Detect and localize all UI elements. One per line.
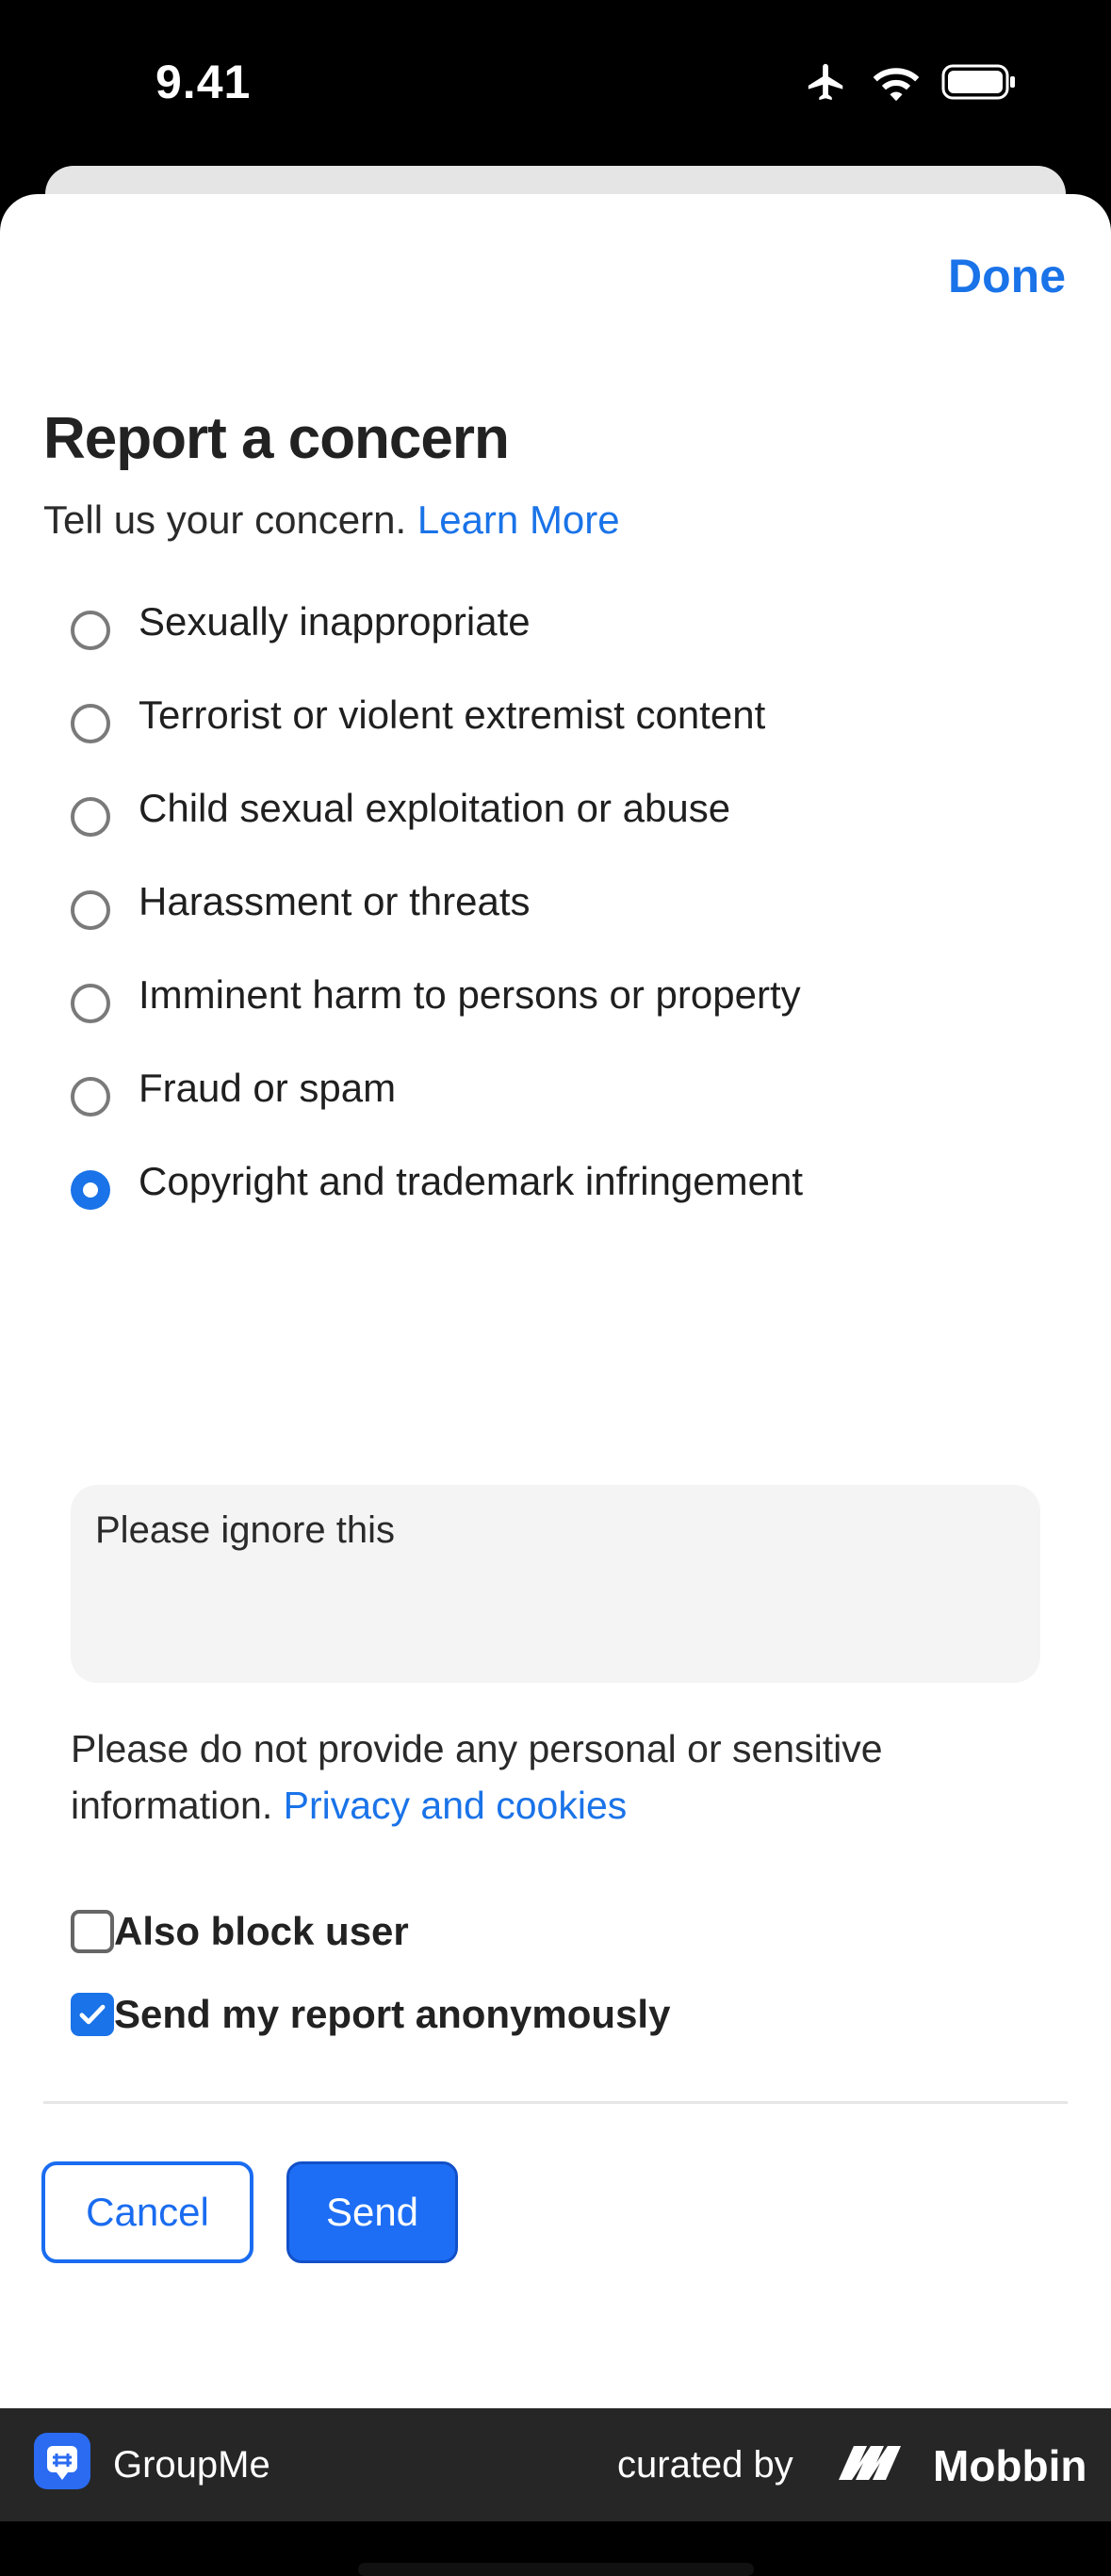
groupme-logo-icon <box>34 2433 90 2489</box>
radio-button[interactable] <box>71 984 110 1023</box>
option-imminent-harm[interactable]: Imminent harm to persons or property <box>71 967 1060 1060</box>
checkbox-label: Send my report anonymously <box>114 1992 671 2036</box>
option-fraud-spam[interactable]: Fraud or spam <box>71 1060 1060 1153</box>
subtitle-text: Tell us your concern. <box>43 497 407 542</box>
option-sexually-inappropriate[interactable]: Sexually inappropriate <box>71 594 1060 687</box>
status-time: 9.41 <box>155 56 252 108</box>
done-button[interactable]: Done <box>948 249 1066 303</box>
radio-button[interactable] <box>71 1077 110 1117</box>
checkbox-label: Also block user <box>114 1909 409 1953</box>
subtitle: Tell us your concern. Learn More <box>43 497 620 543</box>
block-user-row[interactable]: Also block user <box>71 1890 670 1973</box>
option-label: Terrorist or violent extremist content <box>139 693 766 737</box>
privacy-notice: Please do not provide any personal or se… <box>71 1720 1051 1834</box>
option-harassment[interactable]: Harassment or threats <box>71 873 1060 967</box>
checkmark-icon <box>79 2004 106 2025</box>
option-label: Child sexual exploitation or abuse <box>139 786 731 830</box>
cancel-button[interactable]: Cancel <box>41 2161 253 2263</box>
report-sheet: Done Report a concern Tell us your conce… <box>0 194 1111 2576</box>
airplane-icon <box>808 63 843 101</box>
home-indicator <box>358 2563 754 2576</box>
status-icons <box>802 60 1017 104</box>
radio-button[interactable] <box>71 890 110 930</box>
option-child-exploitation[interactable]: Child sexual exploitation or abuse <box>71 780 1060 873</box>
divider <box>43 2101 1068 2104</box>
block-user-checkbox[interactable] <box>71 1910 114 1953</box>
privacy-cookies-link[interactable]: Privacy and cookies <box>284 1784 628 1827</box>
radio-button[interactable] <box>71 704 110 743</box>
mobbin-brand: Mobbin <box>933 2441 1087 2490</box>
option-copyright[interactable]: Copyright and trademark infringement <box>71 1153 1060 1247</box>
concern-options: Sexually inappropriate Terrorist or viol… <box>71 594 1060 1247</box>
curated-by-text: curated by <box>617 2444 793 2486</box>
option-label: Sexually inappropriate <box>139 599 531 644</box>
footer-bar: GroupMe curated by Mobbin <box>0 2408 1111 2521</box>
radio-button-selected[interactable] <box>71 1170 110 1210</box>
status-bar: 9.41 <box>0 0 1111 165</box>
mobbin-logo-icon <box>839 2446 901 2480</box>
option-label: Copyright and trademark infringement <box>139 1159 804 1203</box>
send-button[interactable]: Send <box>286 2161 458 2263</box>
option-terrorist-content[interactable]: Terrorist or violent extremist content <box>71 687 1060 780</box>
option-label: Fraud or spam <box>139 1066 397 1110</box>
report-options: Also block user Send my report anonymous… <box>71 1890 670 2056</box>
learn-more-link[interactable]: Learn More <box>417 497 620 542</box>
details-textarea[interactable]: Please ignore this <box>71 1485 1040 1683</box>
anonymous-checkbox[interactable] <box>71 1993 114 2036</box>
option-label: Harassment or threats <box>139 879 531 923</box>
wifi-icon <box>873 68 920 102</box>
radio-button[interactable] <box>71 611 110 650</box>
radio-button[interactable] <box>71 797 110 837</box>
battery-icon <box>941 64 1015 100</box>
page-title: Report a concern <box>43 406 510 471</box>
anonymous-row[interactable]: Send my report anonymously <box>71 1973 670 2056</box>
option-label: Imminent harm to persons or property <box>139 972 801 1017</box>
footer-app-name: GroupMe <box>113 2444 270 2486</box>
